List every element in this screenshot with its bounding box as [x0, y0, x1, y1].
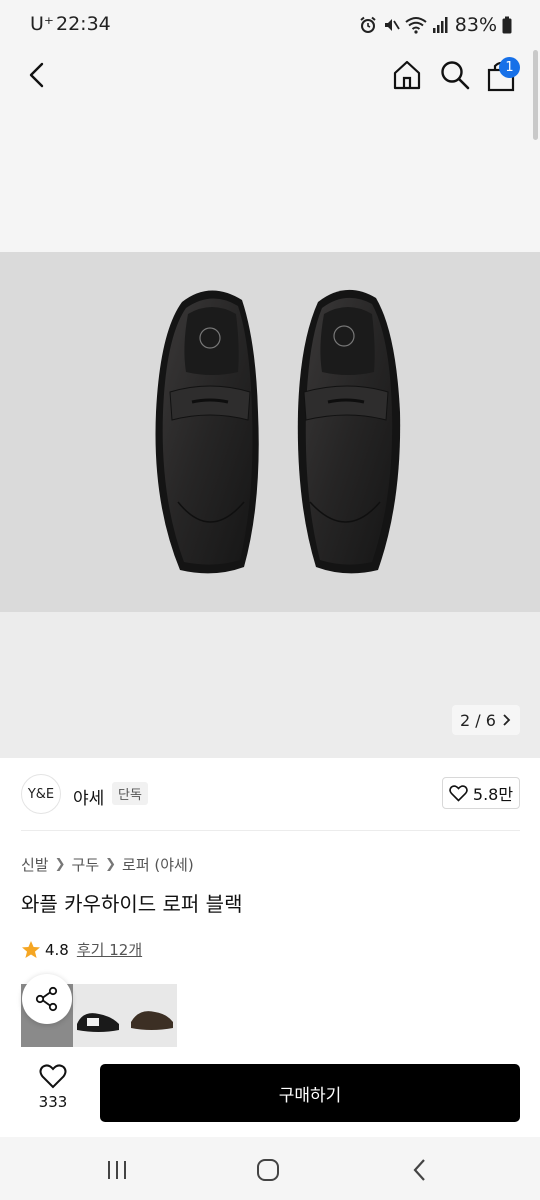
home-icon[interactable] — [390, 58, 424, 92]
wishlist-count: 333 — [38, 1093, 68, 1111]
review-link[interactable]: 후기 12개 — [77, 939, 142, 960]
wifi-icon — [405, 17, 427, 34]
left-shoe — [155, 290, 259, 574]
chevron-right-icon — [503, 714, 511, 726]
breadcrumb: 신발 ❯ 구두 ❯ 로퍼 (야세) — [21, 854, 194, 875]
back-nav-icon[interactable] — [405, 1155, 435, 1185]
purchase-bar: 333 구매하기 — [0, 1050, 540, 1137]
buy-button[interactable]: 구매하기 — [100, 1064, 520, 1122]
chevron-right-icon: ❯ — [105, 857, 117, 872]
status-bar: U⁺ 22:34 83% — [0, 0, 540, 50]
share-button[interactable] — [22, 974, 72, 1024]
heart-icon — [39, 1064, 67, 1089]
signal-icon — [432, 17, 448, 33]
brand-row: Y&E 야세 단독 5.8만 — [0, 760, 540, 830]
battery-percent: 83% — [454, 14, 497, 36]
breadcrumb-item[interactable]: 구두 — [72, 854, 100, 875]
product-title: 와플 카우하이드 로퍼 블랙 — [21, 892, 243, 916]
variant-image — [131, 1011, 173, 1030]
image-counter[interactable]: 2 / 6 — [452, 705, 520, 735]
heart-icon — [449, 784, 468, 802]
wishlist-button[interactable]: 333 — [22, 1064, 84, 1124]
variant-thumbnail[interactable] — [73, 984, 125, 1047]
battery-icon — [502, 16, 512, 34]
star-icon — [22, 940, 40, 958]
divider — [21, 830, 520, 831]
image-footer-area — [0, 612, 540, 758]
chevron-right-icon: ❯ — [54, 857, 66, 872]
alarm-icon — [360, 16, 376, 33]
brand-logo-text: Y&E — [27, 786, 55, 802]
system-navigation-bar — [0, 1137, 540, 1200]
product-image[interactable] — [0, 252, 540, 612]
share-icon — [35, 986, 58, 1012]
status-carrier: U⁺ — [30, 13, 54, 35]
brand-like-button[interactable]: 5.8만 — [442, 777, 520, 809]
rating-value: 4.8 — [45, 940, 69, 959]
rating-row: 4.8 후기 12개 — [21, 939, 142, 960]
search-icon[interactable] — [438, 58, 472, 92]
exclusive-badge: 단독 — [112, 782, 148, 805]
recent-apps-icon[interactable] — [102, 1155, 132, 1185]
buy-button-label: 구매하기 — [278, 1085, 342, 1106]
variant-thumbnail[interactable] — [125, 984, 177, 1047]
brand-like-count: 5.8만 — [472, 785, 514, 804]
home-nav-icon[interactable] — [253, 1155, 283, 1185]
brand-logo[interactable]: Y&E — [21, 774, 61, 814]
image-counter-text: 2 / 6 — [460, 710, 496, 730]
product-header: 1 — [0, 50, 540, 252]
right-shoe — [297, 289, 401, 574]
status-time: 22:34 — [56, 13, 111, 35]
cart-count-badge: 1 — [499, 57, 520, 78]
scroll-indicator — [533, 50, 538, 140]
status-icons: 83% — [359, 12, 512, 38]
loafer-image — [155, 289, 401, 574]
breadcrumb-item[interactable]: 로퍼 (야세) — [122, 854, 194, 875]
brand-name[interactable]: 야세 — [73, 784, 104, 809]
variant-image — [77, 1013, 119, 1032]
breadcrumb-item[interactable]: 신발 — [21, 854, 49, 875]
mute-icon — [384, 19, 400, 31]
back-icon[interactable] — [22, 60, 52, 90]
